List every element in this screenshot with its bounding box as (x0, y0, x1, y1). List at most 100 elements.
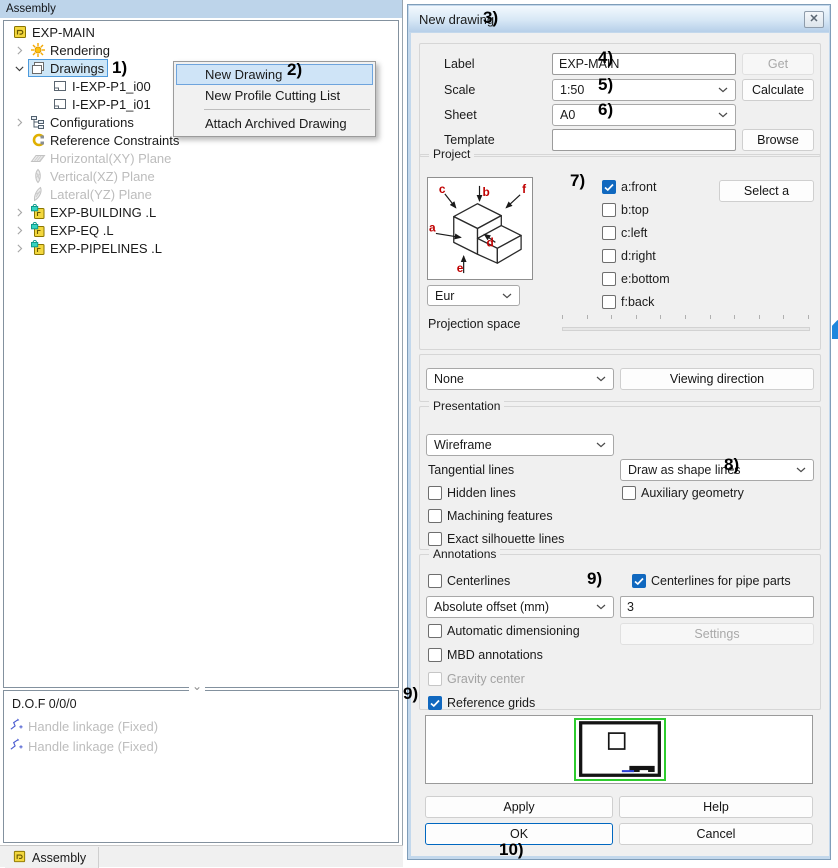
checkbox-automatic-dimensioning[interactable]: Automatic dimensioning (428, 623, 580, 639)
chevron-right-icon[interactable] (10, 222, 28, 238)
checkbox (428, 532, 442, 546)
tree-item-exp-eq-l[interactable]: EXP-EQ .L (4, 221, 398, 239)
tree-item-label: Lateral(YZ) Plane (50, 187, 152, 202)
dialog-titlebar[interactable]: New drawing (409, 6, 829, 32)
checkbox-label: Automatic dimensioning (447, 624, 580, 638)
linkage-list: Handle linkage (Fixed)Handle linkage (Fi… (4, 716, 398, 756)
context-menu: New DrawingNew Profile Cutting List Attac… (173, 61, 376, 137)
viewing-direction-button[interactable]: Viewing direction (620, 368, 814, 390)
checkbox (428, 672, 442, 686)
slider-thumb[interactable] (832, 320, 838, 339)
collapse-chevron-icon[interactable]: ⌄ (189, 679, 205, 693)
expander-spacer (10, 150, 28, 166)
checkbox (622, 486, 636, 500)
checkbox (428, 486, 442, 500)
checkbox-view-f-back[interactable]: f:back (602, 294, 654, 310)
slider-tick (685, 315, 686, 319)
cancel-button[interactable]: Cancel (619, 823, 813, 845)
chevron-down-icon (718, 112, 728, 118)
projection-space-slider[interactable] (562, 313, 810, 339)
checkbox-label: d:right (621, 249, 656, 263)
tree-item-rendering[interactable]: Rendering (4, 41, 398, 59)
section-select[interactable]: None (426, 368, 614, 390)
tangential-lines-select[interactable]: Draw as shape lines (620, 459, 814, 481)
checkbox-view-c-left[interactable]: c:left (602, 225, 647, 241)
settings-button[interactable]: Settings (620, 623, 814, 645)
scale-select[interactable]: 1:50 (552, 79, 736, 101)
sheet-icon (52, 96, 68, 112)
project-group-title: Project (429, 147, 474, 161)
offset-mode-select[interactable]: Absolute offset (mm) (426, 596, 614, 618)
checkbox-hidden-lines[interactable]: Hidden lines (428, 485, 516, 501)
get-button[interactable]: Get (742, 53, 814, 75)
calculate-button[interactable]: Calculate (742, 79, 814, 101)
tree-item-label: EXP-MAIN (32, 25, 95, 40)
presentation-mode-select[interactable]: Wireframe (426, 434, 614, 456)
menu-separator (204, 109, 370, 110)
svg-text:c: c (439, 182, 446, 196)
annotations-group: Annotations Centerlines Centerlines for … (419, 554, 821, 710)
checkbox-gravity-center[interactable]: Gravity center (428, 671, 525, 687)
menu-item-new-profile-cutting-list[interactable]: New Profile Cutting List (176, 85, 373, 106)
menu-item-new-drawing[interactable]: New Drawing (176, 64, 373, 85)
tab-assembly[interactable]: Assembly (5, 847, 99, 868)
checkbox-view-e-bottom[interactable]: e:bottom (602, 271, 670, 287)
slider-track[interactable] (562, 327, 810, 331)
sun-icon (30, 42, 46, 58)
chevron-right-icon[interactable] (10, 114, 28, 130)
tree-item-lateral-yz-plane[interactable]: Lateral(YZ) Plane (4, 185, 398, 203)
checkbox-exact-silhouette-lines[interactable]: Exact silhouette lines (428, 531, 564, 547)
fields-group: Label EXP-MAIN Get Scale 1:50 Calculate … (419, 43, 821, 157)
chevron-right-icon[interactable] (10, 42, 28, 58)
checkbox-reference-grids[interactable]: Reference grids (428, 695, 535, 711)
offset-value-input[interactable]: 3 (620, 596, 814, 618)
section-group: None Viewing direction (419, 354, 821, 402)
checkbox-centerlines[interactable]: Centerlines (428, 573, 510, 589)
tree-item-exp-main[interactable]: EXP-MAIN (4, 23, 398, 41)
svg-text:e: e (457, 261, 464, 275)
chevron-down-icon[interactable] (10, 60, 28, 76)
slider-tick (562, 315, 563, 319)
linkage-icon (9, 717, 28, 735)
template-input[interactable] (552, 129, 736, 151)
browse-button[interactable]: Browse (742, 129, 814, 151)
checkbox-view-a-front[interactable]: a:front (602, 179, 656, 195)
constraints-icon (30, 132, 46, 148)
select-a-button[interactable]: Select a (719, 180, 814, 202)
tree-item-exp-pipelines-l[interactable]: EXP-PIPELINES .L (4, 239, 398, 257)
checkbox (602, 226, 616, 240)
chevron-right-icon[interactable] (10, 240, 28, 256)
apply-button[interactable]: Apply (425, 796, 613, 818)
checkbox-view-b-top[interactable]: b:top (602, 202, 649, 218)
tree-item-vertical-xz-plane[interactable]: Vertical(XZ) Plane (4, 167, 398, 185)
checkbox-mbd-annotations[interactable]: MBD annotations (428, 647, 543, 663)
tree-item-label: EXP-BUILDING .L (50, 205, 156, 220)
checkbox-machining-features[interactable]: Machining features (428, 508, 553, 524)
part-locked-icon (30, 222, 46, 238)
checkbox-view-d-right[interactable]: d:right (602, 248, 656, 264)
tree-item-label: I-EXP-P1_i00 (72, 79, 151, 94)
checkbox-auxiliary-geometry[interactable]: Auxiliary geometry (622, 485, 744, 501)
scale-value: 1:50 (560, 83, 584, 97)
template-thumbnail-selected[interactable] (574, 718, 666, 781)
tree-item-exp-building-l[interactable]: EXP-BUILDING .L (4, 203, 398, 221)
handle-linkage-item: Handle linkage (Fixed) (4, 716, 398, 736)
chevron-right-icon[interactable] (10, 204, 28, 220)
plane-v-icon (30, 168, 46, 184)
help-button[interactable]: Help (619, 796, 813, 818)
label-field-label: Label (444, 53, 475, 75)
presentation-group: Presentation Wireframe Tangential lines … (419, 406, 821, 550)
checkbox-centerlines-for-pipe-parts[interactable]: Centerlines for pipe parts (632, 573, 791, 589)
label-input[interactable]: EXP-MAIN (552, 53, 736, 75)
checkbox (602, 249, 616, 263)
close-icon[interactable]: ✕ (804, 11, 824, 28)
tree-item-label: Reference Constraints (50, 133, 179, 148)
projection-standard-select[interactable]: Eur (427, 285, 520, 306)
checkbox-label: Auxiliary geometry (641, 486, 744, 500)
sheet-select[interactable]: A0 (552, 104, 736, 126)
tree-item-horizontal-xy-plane[interactable]: Horizontal(XY) Plane (4, 149, 398, 167)
annotations-group-title: Annotations (429, 547, 500, 561)
menu-item-attach-archived-drawing[interactable]: Attach Archived Drawing (176, 113, 373, 134)
expander-spacer (10, 132, 28, 148)
step-annotation-2: 2) (287, 60, 302, 80)
